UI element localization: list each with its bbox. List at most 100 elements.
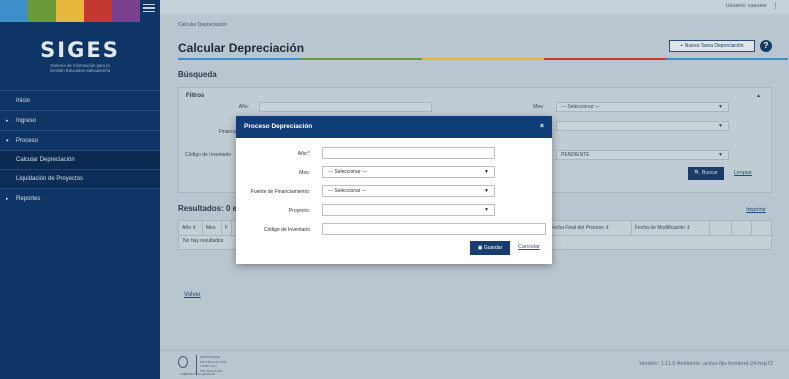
- sidebar-item-ingreso[interactable]: ▸ Ingreso: [0, 110, 160, 130]
- column-header-mes[interactable]: Mes: [203, 221, 222, 235]
- column-header-action: [732, 221, 752, 235]
- sidebar-item-label: Calcular Depreciación: [16, 157, 75, 163]
- modal-anio-label: Año:*: [297, 151, 310, 157]
- stripe-segment: [422, 58, 544, 60]
- modal-fuente-select[interactable]: --- Seleccionar --- ▼: [322, 185, 495, 197]
- user-label[interactable]: Usuario: casuser: [726, 3, 767, 9]
- sidebar-item-label: Ingreso: [16, 118, 37, 124]
- caret-down-icon: ▼: [718, 123, 723, 129]
- search-icon: 🔍: [694, 170, 701, 176]
- search-section-title: Búsqueda: [178, 70, 217, 79]
- modal-mes-select[interactable]: --- Seleccionar --- ▼: [322, 166, 495, 178]
- caret-down-icon: ▼: [484, 188, 489, 194]
- kebab-menu-icon[interactable]: ⋮: [772, 2, 779, 10]
- modal-title: Proceso Depreciación: [244, 123, 313, 130]
- sidebar-item-label: Reportes: [16, 196, 41, 202]
- estado-select[interactable]: PENDIENTE ▼: [556, 150, 729, 160]
- logo-subtitle: Sistema de Información para la Gestión E…: [0, 63, 160, 73]
- sidebar-item-label: Liquidación de Proyectos: [16, 176, 84, 182]
- help-icon[interactable]: ?: [760, 40, 772, 52]
- logo-subtitle-line: Gestión Educativa Salvadoreña: [49, 68, 111, 73]
- save-button[interactable]: ▣ Guardar: [470, 241, 510, 255]
- modal-codigo-input[interactable]: [322, 223, 546, 235]
- stripe-segment: [666, 58, 788, 60]
- modal-mes-label: Mes:: [299, 170, 310, 176]
- breadcrumb: Calcular Depreciación: [178, 22, 227, 28]
- color-segment: [112, 0, 140, 22]
- chevron-right-icon: ▸: [6, 118, 9, 124]
- estado-select-value: PENDIENTE: [561, 152, 590, 158]
- stripe-segment: [178, 58, 300, 60]
- collapse-icon[interactable]: ▲: [756, 93, 761, 99]
- search-button-label: Buscar: [702, 170, 718, 176]
- sidebar-menu: Inicio ▸ Ingreso ▾ Proceso Calcular Deprec…: [0, 90, 160, 208]
- search-button[interactable]: 🔍 Buscar: [688, 167, 724, 180]
- anio-input[interactable]: [259, 102, 432, 112]
- chevron-right-icon: ▸: [6, 196, 9, 202]
- government-label: GOBIERNO DE EL SALVADOR: [180, 373, 216, 376]
- ministry-line: TECNOLOGÍA: [200, 368, 223, 373]
- filters-title: Filtros: [186, 93, 205, 99]
- modal-fuente-label: Fuente de Financiamiento:: [250, 189, 310, 195]
- results-title: Resultados: 0 ele: [178, 204, 244, 213]
- brand-color-bar: [0, 0, 140, 22]
- sidebar-item-calcular-depreciacion[interactable]: Calcular Depreciación: [0, 150, 160, 169]
- stripe-segment: [300, 58, 422, 60]
- mes-select[interactable]: --- Seleccionar --- ▼: [556, 102, 729, 112]
- print-link[interactable]: Imprimir: [746, 207, 766, 213]
- ministry-name: MINISTERIO DE EDUCACIÓN, CIENCIA Y TECNO…: [200, 355, 227, 373]
- column-header-fecha-final[interactable]: Fecha Final del Proceso ⇕: [547, 221, 632, 235]
- sidebar-item-label: Inicio: [16, 98, 31, 104]
- color-segment: [0, 0, 28, 22]
- modal-header: Proceso Depreciación ×: [236, 116, 552, 138]
- color-segment: [84, 0, 112, 22]
- hamburger-menu-icon[interactable]: [143, 2, 155, 14]
- anio-label: Año:: [238, 104, 249, 110]
- column-header-action: [710, 221, 732, 235]
- sidebar-item-liquidacion-proyectos[interactable]: Liquidación de Proyectos: [0, 169, 160, 188]
- cancel-link[interactable]: Cancelar: [518, 244, 540, 250]
- column-header-fecha-modificacion[interactable]: Fecha de Modificación ⇕: [632, 221, 710, 235]
- new-task-button[interactable]: + Nueva Tarea Depreciación: [669, 40, 755, 52]
- modal-codigo-label: Código de Inventario: [263, 227, 310, 233]
- sidebar: SIGES Sistema de Información para la Ges…: [0, 0, 160, 379]
- no-results-text: No hay resultados: [183, 238, 224, 244]
- modal-proyecto-select[interactable]: ▼: [322, 204, 495, 216]
- estado-select-2[interactable]: ▼: [556, 121, 729, 131]
- caret-down-icon: ▼: [484, 169, 489, 175]
- color-segment: [56, 0, 84, 22]
- chevron-down-icon: ▾: [6, 138, 9, 144]
- caret-down-icon: ▼: [718, 104, 723, 110]
- color-segment: [28, 0, 56, 22]
- top-bar: Usuario: casuser ⋮: [160, 0, 789, 14]
- logo-title: SIGES: [40, 38, 120, 62]
- save-button-label: Guardar: [483, 245, 503, 251]
- footer: GOBIERNO DE EL SALVADOR MINISTERIO DE ED…: [160, 350, 789, 379]
- siges-logo: SIGES Sistema de Información para la Ges…: [0, 38, 160, 73]
- stripe-segment: [544, 58, 666, 60]
- modal-proyecto-label: Proyecto:: [288, 208, 310, 214]
- footer-divider: [196, 355, 197, 375]
- modal-mes-value: --- Seleccionar ---: [328, 169, 367, 175]
- save-icon: ▣: [477, 245, 483, 251]
- clear-link[interactable]: Limpiar: [734, 170, 752, 176]
- caret-down-icon: ▼: [484, 207, 489, 213]
- government-seal-icon: [178, 356, 188, 368]
- caret-down-icon: ▼: [718, 152, 723, 158]
- column-header-f[interactable]: F: [222, 221, 232, 235]
- close-icon[interactable]: ×: [540, 116, 544, 138]
- mes-label: Mes:: [533, 104, 544, 110]
- proceso-depreciacion-modal: Proceso Depreciación × Año:* Mes: --- Se…: [236, 116, 552, 264]
- sidebar-item-inicio[interactable]: Inicio: [0, 90, 160, 110]
- version-info: Versión: 1.11.0 Ambiente: activo-fijo-fr…: [639, 361, 773, 367]
- mes-select-value: --- Seleccionar ---: [561, 104, 600, 110]
- modal-fuente-value: --- Seleccionar ---: [328, 188, 367, 194]
- column-header-anio[interactable]: Año ⇕: [179, 221, 203, 235]
- color-stripe: [178, 58, 788, 60]
- modal-anio-input[interactable]: [322, 147, 495, 159]
- page-title: Calcular Depreciación: [178, 41, 305, 55]
- sidebar-item-reportes[interactable]: ▸ Reportes: [0, 188, 160, 208]
- sidebar-item-proceso[interactable]: ▾ Proceso: [0, 130, 160, 150]
- sidebar-item-label: Proceso: [16, 138, 39, 144]
- back-link[interactable]: Volver: [184, 292, 201, 298]
